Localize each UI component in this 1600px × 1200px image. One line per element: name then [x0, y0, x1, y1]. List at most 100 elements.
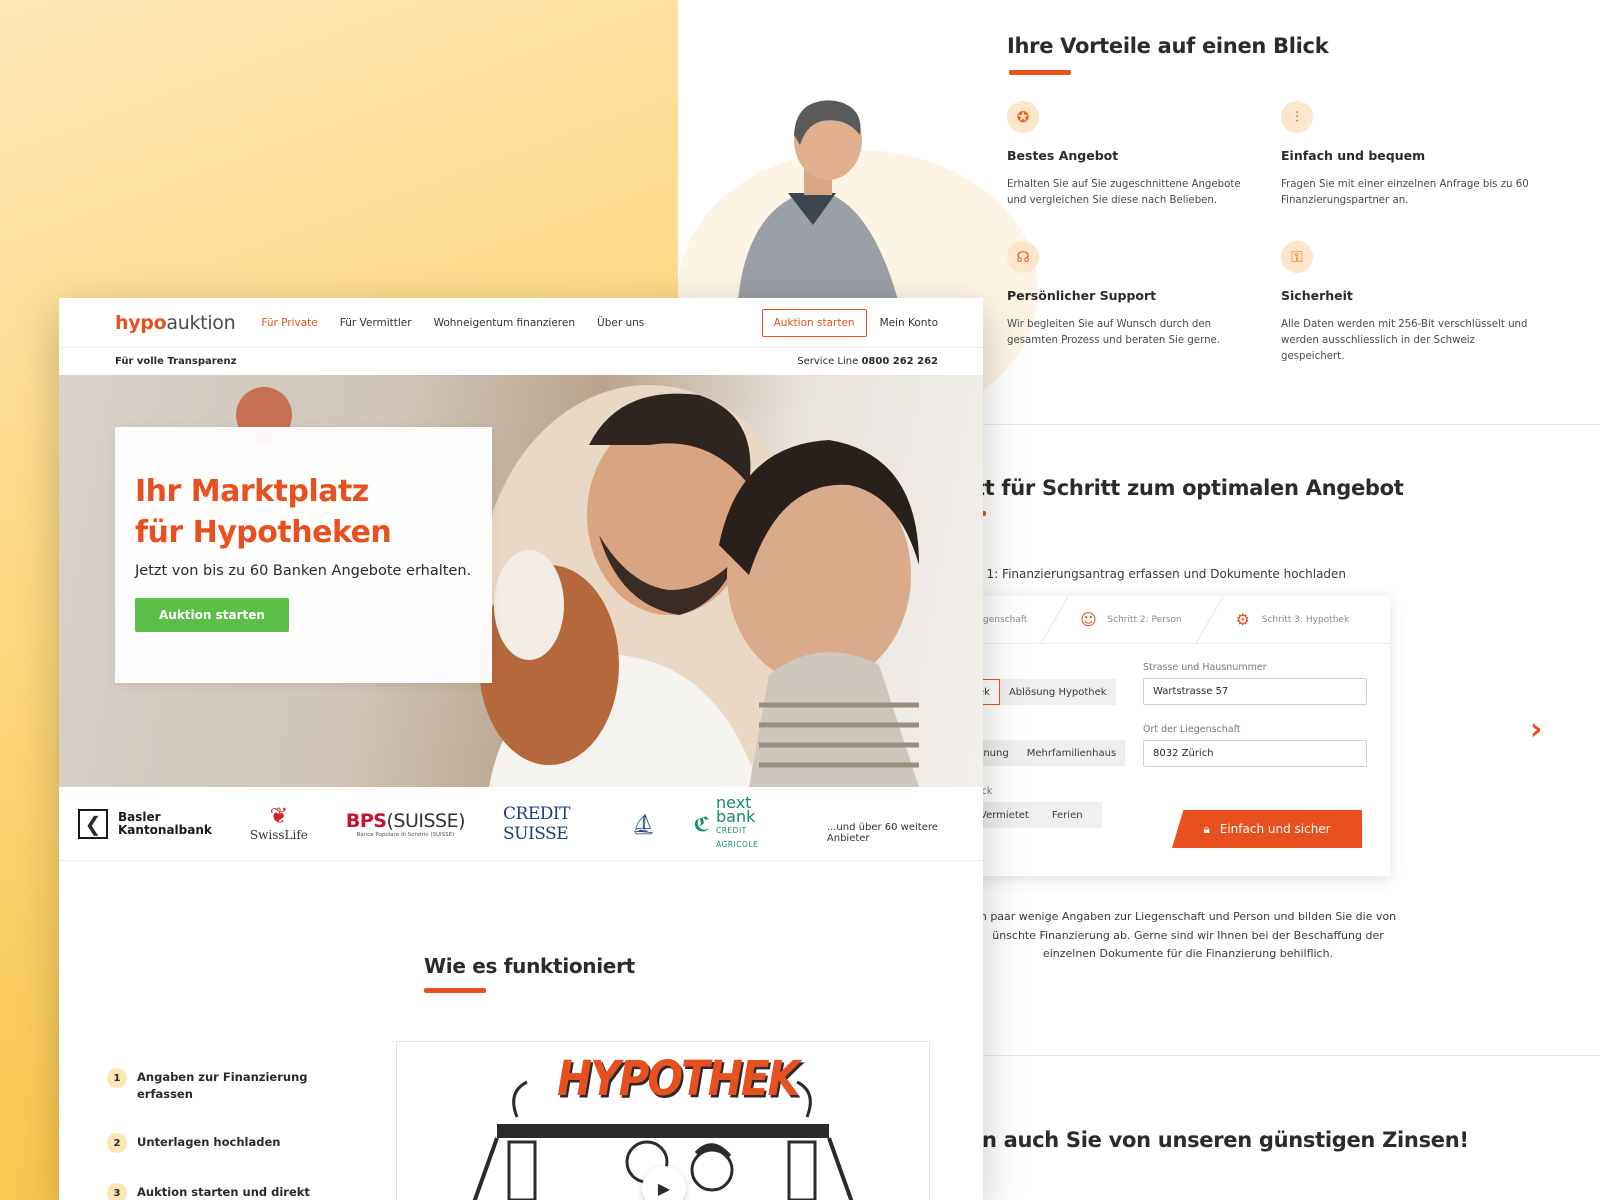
sail-icon: ⛵︎	[630, 811, 656, 836]
person-icon: ☺	[1080, 610, 1097, 629]
bkb-line: Kantonalbank	[118, 822, 212, 837]
service-line: Service Line 0800 262 262	[797, 356, 938, 367]
how-it-works-title: Wie es funktioniert	[424, 954, 635, 978]
advantage-text: Fragen Sie mit einer einzelnen Anfrage b…	[1281, 179, 1529, 206]
tab-separator	[1177, 595, 1224, 644]
hero-card: Ihr Marktplatz für Hypotheken Jetzt von …	[115, 427, 492, 683]
service-number[interactable]: 0800 262 262	[861, 356, 938, 367]
ca-icon: ℭ	[693, 811, 710, 836]
cta-label: Einfach und sicher	[1219, 822, 1331, 836]
interest-title: en auch Sie von unseren günstigen Zinsen…	[968, 1128, 1469, 1152]
property-type-toggle[interactable]: nnung Mehrfamilienhaus	[968, 740, 1126, 766]
step-number: 1	[107, 1068, 127, 1088]
advantage-title: Sicherheit	[1281, 288, 1353, 303]
bkb-line: Basler	[118, 809, 161, 824]
advantage-item: ⫶ Einfach und bequem Fragen Sie mit eine…	[1281, 101, 1533, 209]
logo-part1: hypo	[115, 311, 167, 334]
title-underline	[1009, 70, 1071, 75]
advantages-title: Ihre Vorteile auf einen Blick	[1007, 34, 1329, 58]
headline-line: für Hypotheken	[135, 515, 392, 550]
advantage-title: Einfach und bequem	[1281, 148, 1426, 163]
gear-icon: ⚙	[1235, 610, 1250, 629]
advantage-text: Erhalten Sie auf Sie zugeschnittene Ange…	[1007, 179, 1241, 206]
lock-icon: ⚿	[1281, 241, 1313, 273]
bps-subline: Banca Popolare di Sondrio (SUISSE)	[356, 831, 455, 838]
toggle-option[interactable]: Mehrfamilienhaus	[1018, 748, 1125, 759]
tab-person[interactable]: ☺ Schritt 2: Person	[1077, 609, 1182, 631]
nb-name: next bank	[715, 792, 756, 826]
list-item: 1 Angaben zur Finanzierung erfassen	[107, 1068, 347, 1103]
hero-section: Ihr Marktplatz für Hypotheken Jetzt von …	[59, 375, 983, 787]
financing-type-toggle[interactable]: ek Ablösung Hypothek	[968, 679, 1116, 705]
advantage-text: Alle Daten werden mit 256-Bit verschlüss…	[1281, 319, 1528, 362]
lock-icon: 🔒︎	[1203, 821, 1210, 836]
step-text: Unterlagen hochladen	[137, 1135, 281, 1149]
cs-wordmark: CREDIT SUISSE	[503, 803, 570, 844]
bps-main: BPS	[345, 809, 387, 832]
chevron-right-icon[interactable]: ›	[1530, 712, 1542, 747]
bank-logo-swisslife: ❦ SwissLife	[249, 803, 308, 842]
advantage-title: Persönlicher Support	[1007, 288, 1157, 303]
my-account-link[interactable]: Mein Konto	[880, 317, 938, 329]
top-nav: hypoauktion Für Private Für Vermittler W…	[59, 298, 983, 348]
partner-banks: ❮ Basler Kantonalbank ❦ SwissLife BPS(SU…	[59, 787, 983, 861]
how-steps: 1 Angaben zur Finanzierung erfassen 2 Un…	[107, 1068, 347, 1200]
more-providers: ...und über 60 weitere Anbieter	[826, 821, 938, 844]
tab-label: Schritt 3: Hypothek	[1261, 614, 1350, 625]
toggle-option[interactable]: Ablösung Hypothek	[1000, 687, 1116, 698]
sliders-icon: ⫶	[1281, 101, 1313, 133]
logo-part2: auktion	[166, 311, 236, 334]
bkb-icon: ❮	[78, 808, 108, 839]
service-label: Service Line	[797, 356, 859, 367]
swisslife-text: SwissLife	[249, 827, 308, 842]
headline-line: Ihr Marktplatz	[135, 474, 369, 509]
advantage-item: ☊ Persönlicher Support Wir begleiten Sie…	[1007, 241, 1259, 349]
step-number: 2	[107, 1133, 127, 1153]
bank-logo-bkb: ❮ Basler Kantonalbank	[78, 808, 212, 839]
application-form: Liegenschaft ☺ Schritt 2: Person ⚙ Schri…	[968, 595, 1390, 876]
video-title: HYPOTHEK	[557, 1050, 800, 1107]
man-photo	[738, 100, 898, 300]
hero-headline: Ihr Marktplatz für Hypotheken	[135, 471, 472, 553]
advantage-title: Bestes Angebot	[1007, 148, 1119, 163]
bps-paren: (SUISSE)	[386, 809, 466, 832]
street-input[interactable]: Wartstrasse 57	[1143, 678, 1367, 705]
steps-paragraph: n paar wenige Angaben zur Liegenschaft u…	[979, 910, 1397, 960]
street-label: Strasse und Hausnummer	[1143, 662, 1267, 673]
award-icon: ✪	[1007, 101, 1039, 133]
nav-item-vermittler[interactable]: Für Vermittler	[340, 317, 412, 329]
bps-wordmark: BPS(SUISSE)	[345, 809, 466, 832]
step-text: Angaben zur Finanzierung erfassen	[137, 1070, 308, 1101]
tagline: Für volle Transparenz	[115, 356, 237, 367]
usage-toggle[interactable]: Vermietet Ferien	[968, 802, 1102, 828]
advantage-text: Wir begleiten Sie auf Wunsch durch den g…	[1007, 319, 1221, 346]
place-input[interactable]: 8032 Zürich	[1143, 740, 1367, 767]
step-text: Auktion starten und direkt Angebote erha…	[137, 1185, 310, 1199]
hero-subline: Jetzt von bis zu 60 Banken Angebote erha…	[135, 563, 472, 579]
bkb-text: Basler Kantonalbank	[118, 809, 212, 837]
headset-icon: ☊	[1007, 241, 1039, 273]
nav-item-ueber-uns[interactable]: Über uns	[597, 317, 644, 329]
steps-title: itt für Schritt zum optimalen Angebot	[968, 476, 1404, 500]
tab-label: Schritt 2: Person	[1107, 614, 1182, 625]
nav-item-private[interactable]: Für Private	[261, 317, 317, 329]
nb-wordmark: next bank CREDIT AGRICOLE	[715, 792, 789, 852]
nb-sub: CREDIT AGRICOLE	[715, 825, 759, 849]
tab-hypothek[interactable]: ⚙ Schritt 3: Hypothek	[1232, 609, 1350, 631]
nav-item-wohneigentum[interactable]: Wohneigentum finanzieren	[434, 317, 575, 329]
logo[interactable]: hypoauktion	[115, 311, 236, 334]
step-number: 3	[107, 1183, 127, 1200]
advantage-item: ✪ Bestes Angebot Erhalten Sie auf Sie zu…	[1007, 101, 1259, 209]
bank-logo-next-bank: ℭ next bank CREDIT AGRICOLE	[693, 792, 789, 852]
explainer-video[interactable]: HYPOTHEK ▶	[396, 1041, 930, 1200]
toggle-option[interactable]: Ferien	[1038, 810, 1092, 821]
bank-logo-credit-suisse: CREDIT SUISSE ⛵︎	[503, 804, 656, 844]
list-item: 3 Auktion starten und direkt Angebote er…	[107, 1183, 347, 1200]
front-page: hypoauktion Für Private Für Vermittler W…	[59, 298, 983, 1200]
place-label: Ort der Liegenschaft	[1143, 724, 1241, 735]
hero-start-auction-button[interactable]: Auktion starten	[135, 598, 289, 632]
start-auction-button[interactable]: Auktion starten	[761, 308, 867, 337]
step-tabs: Liegenschaft ☺ Schritt 2: Person ⚙ Schri…	[968, 595, 1390, 644]
secure-cta-button[interactable]: 🔒︎ Einfach und sicher	[1172, 810, 1362, 848]
swisslife-icon: ❦	[269, 803, 289, 829]
